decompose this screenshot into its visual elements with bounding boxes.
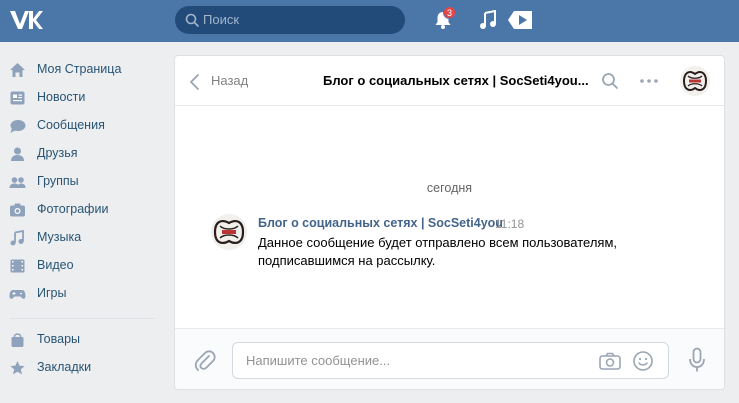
sidebar-item-label: Закладки (37, 360, 92, 374)
camera-icon[interactable] (599, 352, 621, 370)
sidebar-divider (10, 318, 155, 319)
sidebar-item-label: Игры (37, 286, 67, 300)
message-author[interactable]: Блог о социальных сетях | SocSeti4you (258, 216, 503, 230)
more-icon[interactable] (638, 72, 660, 90)
star-icon (10, 361, 25, 375)
search-placeholder: Поиск (203, 12, 240, 27)
search-icon[interactable] (601, 72, 619, 90)
notification-badge: 3 (443, 6, 456, 19)
sidebar-item-music[interactable]: Музыка (0, 224, 165, 252)
sidebar-item-label: Новости (37, 90, 86, 104)
sidebar-item-groups[interactable]: Группы (0, 168, 165, 196)
camera-icon (10, 203, 25, 217)
home-icon (10, 63, 25, 77)
sidebar-item-label: Товары (37, 332, 80, 346)
sidebar-item-label: Сообщения (37, 118, 105, 132)
sidebar-item-label: Друзья (37, 146, 78, 160)
paperclip-icon[interactable] (194, 349, 216, 373)
sidebar-item-news[interactable]: Новости (0, 84, 165, 112)
sidebar-item-goods[interactable]: Товары (0, 326, 165, 354)
sidebar-item-my-page[interactable]: Моя Страница (0, 56, 165, 84)
video-icon (10, 259, 25, 273)
sidebar-item-games[interactable]: Игры (0, 280, 165, 308)
sidebar-item-video[interactable]: Видео (0, 252, 165, 280)
avatar[interactable] (211, 214, 247, 250)
message-time[interactable]: 11:18 (495, 217, 524, 231)
sidebar-item-label: Моя Страница (37, 62, 122, 76)
avatar[interactable] (680, 66, 710, 96)
chat-header: Назад Блог о социальных сетях | SocSeti4… (175, 56, 724, 106)
chat-title[interactable]: Блог о социальных сетях | SocSeti4you... (323, 73, 589, 88)
groups-icon (9, 177, 26, 188)
message-text: Данное сообщение будет отправлено всем п… (258, 235, 618, 268)
sidebar-item-label: Видео (37, 258, 74, 272)
play-icon[interactable] (506, 8, 534, 32)
smile-icon[interactable] (632, 350, 654, 372)
sidebar-item-friends[interactable]: Друзья (0, 140, 165, 168)
vk-logo-icon[interactable] (8, 8, 44, 32)
sidebar-item-photos[interactable]: Фотографии (0, 196, 165, 224)
messages-icon (10, 120, 26, 133)
bag-icon (11, 333, 24, 347)
sidebar-item-label: Музыка (37, 230, 82, 244)
news-icon (10, 91, 25, 105)
chevron-left-icon (189, 74, 199, 90)
friend-icon (11, 147, 24, 161)
message-input-placeholder: Напишите сообщение... (246, 353, 391, 368)
music-icon (10, 230, 24, 246)
message-input[interactable]: Напишите сообщение... (232, 342, 669, 379)
microphone-icon[interactable] (687, 347, 707, 373)
sidebar-item-label: Фотографии (37, 202, 109, 216)
back-label: Назад (211, 73, 249, 88)
date-separator: сегодня (426, 181, 473, 195)
search-input[interactable]: Поиск (175, 6, 405, 34)
sidebar-item-bookmarks[interactable]: Закладки (0, 354, 165, 382)
search-icon (185, 13, 199, 27)
music-icon[interactable] (479, 10, 497, 30)
message-composer: Напишите сообщение... (175, 328, 724, 389)
top-bar: Поиск 3 (0, 0, 739, 42)
chat-panel: Назад Блог о социальных сетях | SocSeti4… (174, 55, 725, 390)
gamepad-icon (9, 290, 26, 299)
sidebar-item-messages[interactable]: Сообщения (0, 112, 165, 140)
sidebar-item-label: Группы (37, 174, 79, 188)
